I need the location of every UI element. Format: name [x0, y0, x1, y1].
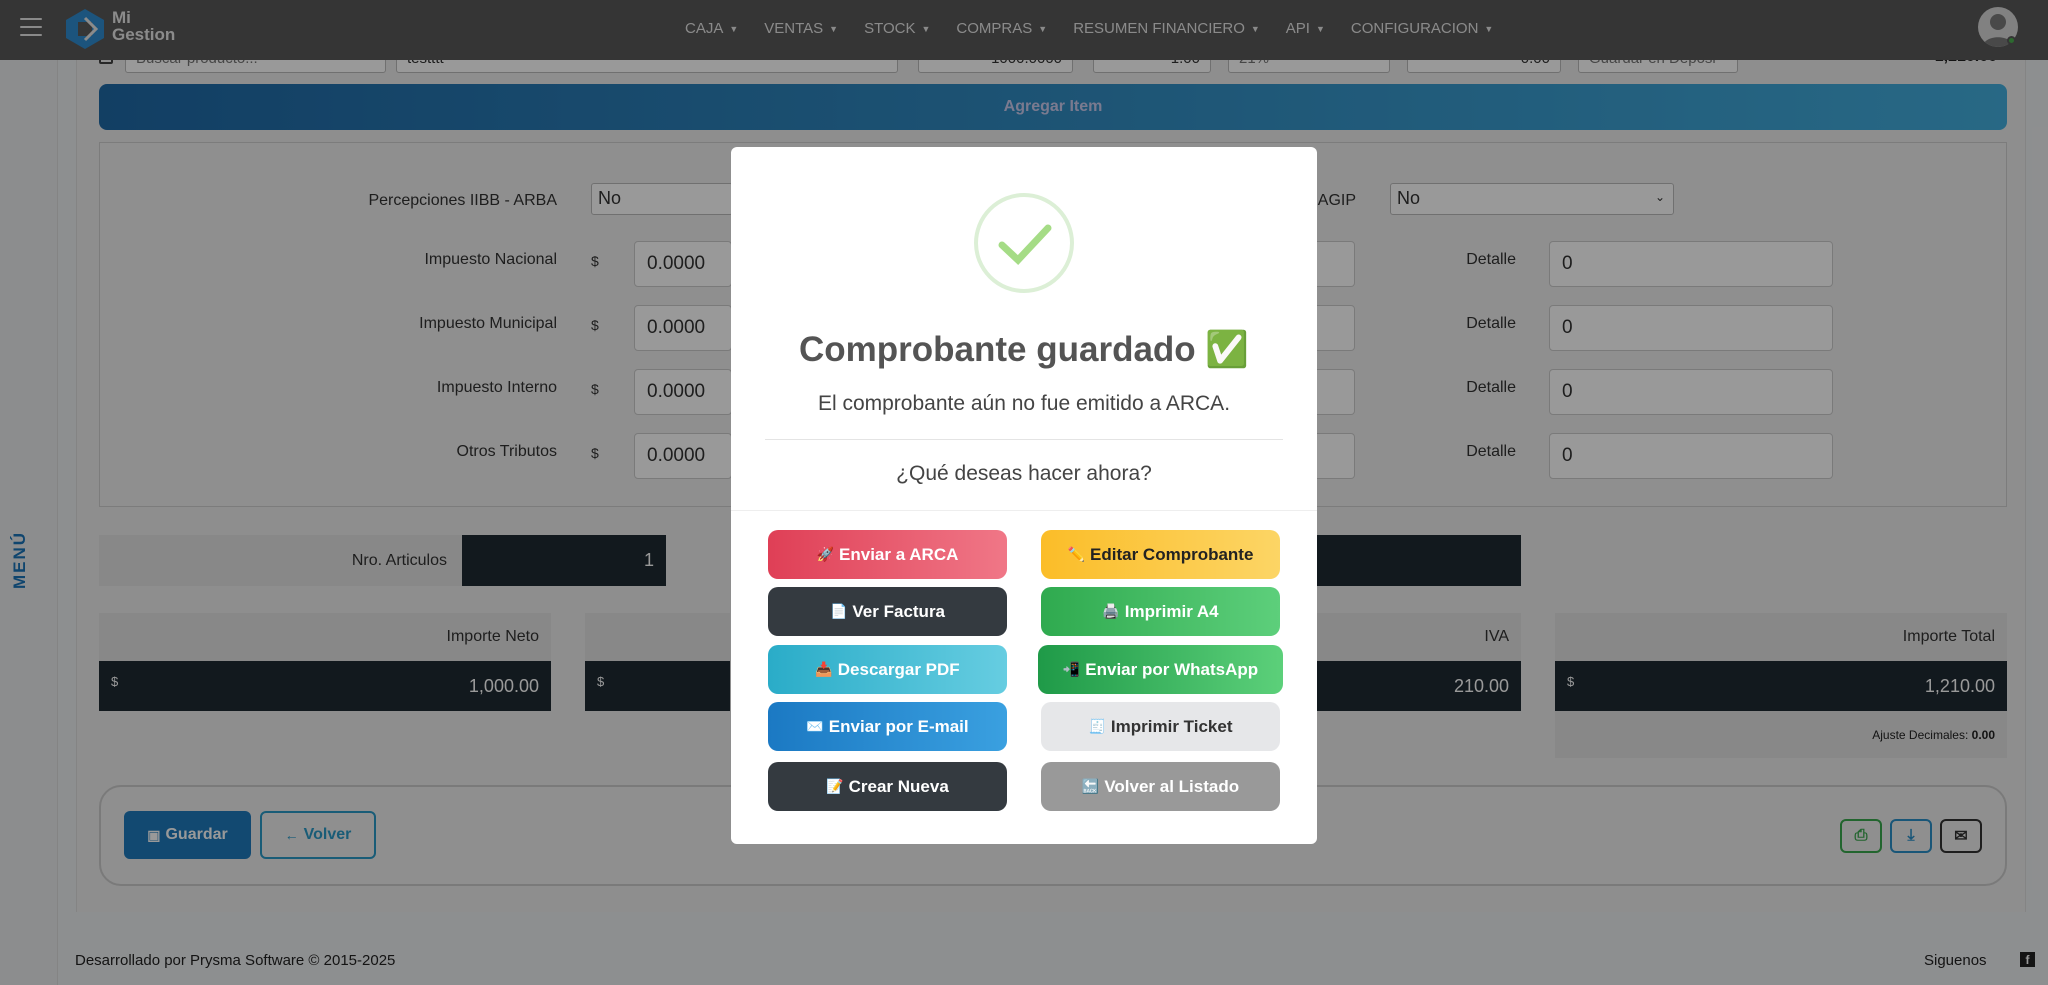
- crear-nueva-button[interactable]: 📝 Crear Nueva: [768, 762, 1007, 811]
- ver-factura-button[interactable]: 📄 Ver Factura: [768, 587, 1007, 636]
- saved-modal: Comprobante guardado ✅ El comprobante aú…: [731, 147, 1317, 844]
- receipt-icon: 🧾: [1088, 718, 1106, 734]
- descargar-pdf-button[interactable]: 📥 Descargar PDF: [768, 645, 1007, 694]
- rocket-icon: 🚀: [816, 546, 835, 562]
- enviar-whatsapp-button[interactable]: 📲 Enviar por WhatsApp: [1038, 645, 1283, 694]
- divider: [731, 510, 1317, 511]
- editar-comprobante-button[interactable]: ✏️ Editar Comprobante: [1041, 530, 1280, 579]
- imprimir-ticket-button[interactable]: 🧾 Imprimir Ticket: [1041, 702, 1280, 751]
- modal-subtitle: El comprobante aún no fue emitido a ARCA…: [817, 392, 1231, 415]
- modal-title: Comprobante guardado ✅: [799, 330, 1249, 369]
- volver-listado-button[interactable]: 🔙 Volver al Listado: [1041, 762, 1280, 811]
- pencil-icon: ✏️: [1067, 546, 1086, 562]
- mobile-phone-icon: 📲: [1062, 661, 1081, 677]
- inbox-tray-icon: 📥: [815, 661, 833, 677]
- divider: [765, 439, 1283, 440]
- printer-icon: 🖨️: [1102, 603, 1120, 619]
- enviar-arca-button[interactable]: 🚀 Enviar a ARCA: [768, 530, 1007, 579]
- success-check-icon: [974, 193, 1074, 293]
- memo-icon: 📝: [826, 778, 844, 794]
- envelope-icon: ✉️: [806, 718, 824, 734]
- imprimir-a4-button[interactable]: 🖨️ Imprimir A4: [1041, 587, 1280, 636]
- back-arrow-icon: 🔙: [1081, 778, 1100, 794]
- document-icon: 📄: [829, 603, 848, 619]
- enviar-email-button[interactable]: ✉️ Enviar por E-mail: [768, 702, 1007, 751]
- modal-question: ¿Qué deseas hacer ahora?: [896, 462, 1152, 485]
